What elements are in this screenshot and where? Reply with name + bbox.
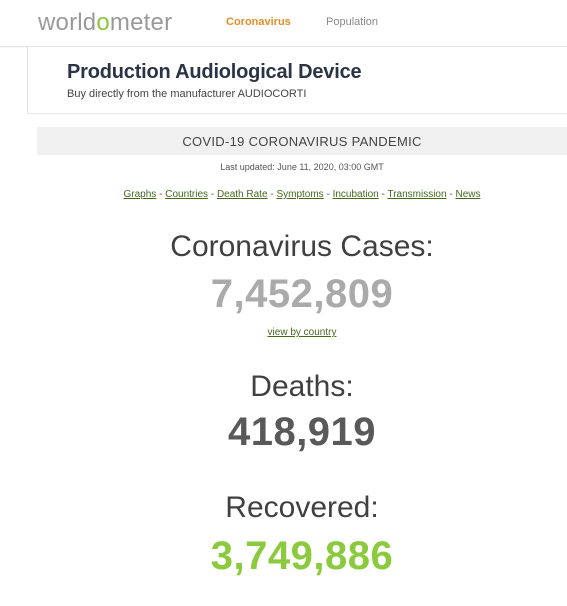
- logo-text-meter: meter: [109, 9, 173, 36]
- link-countries[interactable]: Countries: [165, 189, 208, 200]
- last-updated-text: Last updated: June 11, 2020, 03:00 GMT: [220, 162, 384, 172]
- recovered-count: 3,749,886: [210, 534, 394, 578]
- link-separator: -: [270, 189, 274, 200]
- logo-text-world: world: [38, 9, 97, 36]
- pandemic-header-bar: COVID-19 CORONAVIRUS PANDEMIC: [37, 127, 567, 155]
- top-navbar: worldometer Coronavirus Population: [0, 0, 567, 47]
- link-graphs[interactable]: Graphs: [124, 189, 157, 200]
- link-separator: -: [381, 189, 385, 200]
- link-news[interactable]: News: [455, 189, 480, 200]
- page: worldometer Coronavirus Population Produ…: [0, 0, 567, 606]
- view-by-country: view by country: [37, 327, 567, 338]
- link-separator: -: [159, 189, 163, 200]
- link-separator: -: [210, 189, 215, 200]
- quick-links-row: Graphs - Countries - Death Rate - Sympto…: [37, 189, 567, 200]
- link-death-rate[interactable]: Death Rate: [217, 189, 268, 200]
- link-separator: -: [449, 189, 453, 200]
- cases-count: 7,452,809: [210, 272, 394, 316]
- nav-link-coronavirus[interactable]: Coronavirus: [226, 16, 291, 28]
- link-separator: -: [326, 189, 330, 200]
- view-by-country-link[interactable]: view by country: [268, 327, 337, 338]
- ad-subtitle: Buy directly from the manufacturer AUDIO…: [67, 88, 307, 100]
- ad-title[interactable]: Production Audiological Device: [67, 61, 362, 84]
- link-incubation[interactable]: Incubation: [333, 189, 379, 200]
- pandemic-title: COVID-19 CORONAVIRUS PANDEMIC: [182, 134, 422, 149]
- logo-green-o: o: [96, 9, 110, 36]
- recovered-label: Recovered:: [225, 491, 379, 524]
- deaths-label: Deaths:: [250, 370, 354, 403]
- worldometer-logo[interactable]: worldometer: [38, 10, 172, 36]
- nav-link-population[interactable]: Population: [326, 16, 378, 28]
- ad-banner[interactable]: Production Audiological Device Buy direc…: [27, 47, 567, 114]
- deaths-count: 418,919: [227, 410, 377, 454]
- link-transmission[interactable]: Transmission: [387, 189, 446, 200]
- link-symptoms[interactable]: Symptoms: [276, 189, 323, 200]
- cases-label: Coronavirus Cases:: [170, 230, 434, 263]
